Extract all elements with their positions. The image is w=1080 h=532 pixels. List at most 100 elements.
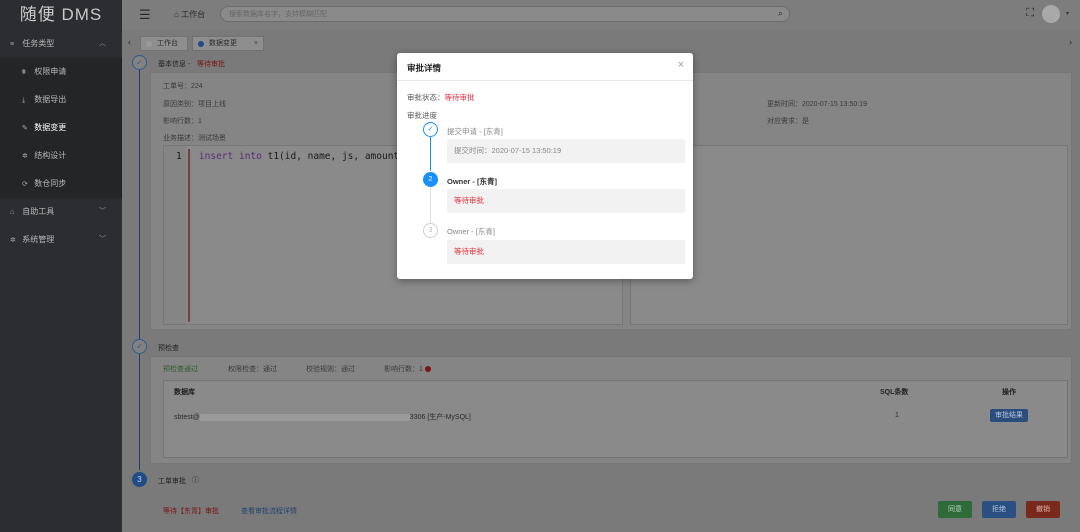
sql-text: t1(id, name, js, amount) v bbox=[267, 151, 417, 162]
sidebar-item-permission-apply[interactable]: ⩩ 权限申请 bbox=[0, 58, 122, 86]
tab-data-change[interactable]: 数据变更 × bbox=[192, 36, 264, 51]
caret-down-icon[interactable]: ▾ bbox=[1066, 10, 1069, 17]
database-name-suffix: 3306 [生产-MySQL] bbox=[409, 414, 471, 421]
breadcrumb-home[interactable]: ⌂ 工作台 bbox=[174, 9, 205, 20]
precheck-affected-rows: 影响行数：1 bbox=[384, 364, 431, 374]
detail-side-panel bbox=[630, 145, 1068, 325]
timeline-line bbox=[139, 70, 140, 470]
approval-detail-modal: 审批详情 × 审批状态：等待审批 审批进度 ✓ 提交申请 - [东青] 提交时间… bbox=[397, 53, 693, 279]
sidebar-item-data-export[interactable]: ⤓ 数据导出 bbox=[0, 86, 122, 114]
close-icon[interactable]: × bbox=[678, 59, 684, 71]
chevron-down-icon: ﹀ bbox=[99, 208, 106, 215]
approval-detail-link[interactable]: 查看审批流程详情 bbox=[241, 506, 297, 516]
ticket-number: 工单号：224 bbox=[163, 83, 203, 90]
sidebar-item-schema-design[interactable]: ✲ 结构设计 bbox=[0, 142, 122, 170]
line-number: 1 bbox=[176, 151, 182, 162]
approval-status-text: 等待【东青】审批 bbox=[163, 508, 219, 515]
step-done-check-icon: ✓ bbox=[423, 122, 438, 137]
sidebar-item-label: 权限申请 bbox=[34, 67, 67, 76]
ticket-approval-label: 工单审批 bbox=[158, 478, 186, 485]
tab-scroll-left-icon[interactable]: ‹ bbox=[128, 37, 131, 47]
step-title: Owner - [东青] bbox=[447, 227, 495, 236]
menu-toggle-icon[interactable]: ☰ bbox=[139, 7, 151, 23]
step-check-icon: ✓ bbox=[132, 55, 147, 70]
editor-margin-line bbox=[188, 149, 190, 322]
step-description: 等待审批 bbox=[447, 189, 685, 213]
sidebar-item-label: 结构设计 bbox=[34, 151, 67, 160]
step-connector bbox=[430, 187, 431, 223]
business-description: 业务描述：测试场景 bbox=[163, 135, 226, 142]
precheck-table: 数据库 SQL条数 操作 sbtest@ 3306 [生产-MySQL] 1 审批… bbox=[163, 380, 1068, 458]
sidebar-group-label: 任务类型 bbox=[22, 39, 55, 48]
list-icon: ≡ bbox=[10, 41, 15, 48]
redacted-host bbox=[199, 413, 410, 421]
tab-label: 工作台 bbox=[157, 40, 178, 47]
step-title: Owner - [东青] bbox=[447, 177, 497, 186]
step-wait-icon: 3 bbox=[423, 223, 438, 238]
reason-category: 原因类别：项目上线 bbox=[163, 101, 226, 108]
related-requirement: 对应需求：是 bbox=[767, 118, 809, 125]
line-gutter bbox=[164, 146, 186, 324]
tab-dot-icon bbox=[198, 41, 204, 47]
chevron-up-icon: ︿ bbox=[99, 40, 106, 47]
basic-info-status: 等待审批 bbox=[197, 61, 225, 68]
sidebar-group-label: 自助工具 bbox=[22, 207, 55, 216]
affected-rows-value: 1 bbox=[419, 366, 423, 373]
home-icon: ⌂ bbox=[10, 209, 15, 216]
modal-status-value: 等待审批 bbox=[444, 93, 475, 102]
tab-bar: ‹ 工作台 数据变更 × › bbox=[122, 33, 1080, 53]
revoke-button[interactable]: 撤销 bbox=[1026, 501, 1060, 518]
fullscreen-icon[interactable]: ⛶ bbox=[1026, 7, 1034, 20]
modal-status-label: 审批状态： bbox=[407, 93, 445, 102]
app-logo: 随便 DMS bbox=[19, 5, 103, 24]
approval-result-button[interactable]: 审批结果 bbox=[990, 409, 1028, 422]
breadcrumb-label: 工作台 bbox=[181, 10, 206, 19]
precheck-summary: 预检查通过 bbox=[163, 366, 198, 373]
sidebar-item-label: 数仓同步 bbox=[34, 179, 67, 188]
gear-icon: ✲ bbox=[10, 237, 16, 244]
tab-scroll-right-icon[interactable]: › bbox=[1069, 37, 1072, 47]
table-header-action: 操作 bbox=[1002, 389, 1016, 396]
tab-dot-icon bbox=[146, 41, 152, 47]
error-dot-icon bbox=[424, 366, 431, 373]
tab-workbench[interactable]: 工作台 bbox=[140, 36, 188, 51]
syntax-check: 校验规则：通过 bbox=[306, 366, 355, 373]
reject-button[interactable]: 拒绝 bbox=[982, 501, 1016, 518]
step-current-icon: 2 bbox=[423, 172, 438, 187]
sidebar-group-system[interactable]: ✲ 系统管理 ﹀ bbox=[0, 226, 122, 254]
modal-status-row: 审批状态：等待审批 bbox=[407, 92, 475, 103]
modal-title: 审批详情 bbox=[407, 63, 442, 73]
chevron-down-icon: ﹀ bbox=[99, 236, 106, 243]
permission-check: 权限检查：通过 bbox=[228, 366, 277, 373]
approve-button[interactable]: 同意 bbox=[938, 501, 972, 518]
download-icon: ⤓ bbox=[22, 97, 26, 104]
sidebar-group-label: 系统管理 bbox=[22, 235, 55, 244]
tab-label: 数据变更 bbox=[209, 40, 237, 47]
sidebar: 随便 DMS ≡ 任务类型 ︿ ⩩ 权限申请 ⤓ 数据导出 ✎ 数据变更 ✲ 结… bbox=[0, 0, 122, 532]
sql-line-1: 1 insert into t1(id, name, js, amount) v bbox=[176, 151, 416, 162]
sidebar-item-dw-sync[interactable]: ⟳ 数仓同步 bbox=[0, 170, 122, 198]
affected-rows-label: 影响行数： bbox=[384, 366, 419, 373]
avatar[interactable] bbox=[1042, 5, 1060, 23]
edit-icon: ✎ bbox=[22, 125, 28, 132]
info-icon[interactable]: ⓘ bbox=[192, 475, 199, 485]
table-header-sql-count: SQL条数 bbox=[880, 389, 909, 396]
step-check-icon: ✓ bbox=[132, 339, 147, 354]
sql-keyword: insert bbox=[198, 151, 234, 162]
precheck-label: 预检查 bbox=[158, 345, 179, 352]
search-input[interactable] bbox=[229, 8, 749, 20]
update-time: 更新时间：2020-07-15 13:50:19 bbox=[767, 101, 867, 108]
sidebar-item-label: 数据导出 bbox=[34, 95, 67, 104]
search-icon[interactable]: ⌕ bbox=[778, 8, 783, 19]
sidebar-group-self-service[interactable]: ⌂ 自助工具 ﹀ bbox=[0, 198, 122, 226]
close-icon[interactable]: × bbox=[254, 37, 258, 50]
sidebar-group-task-type[interactable]: ≡ 任务类型 ︿ bbox=[0, 30, 122, 58]
table-header-database: 数据库 bbox=[174, 389, 195, 396]
database-cell: sbtest@ 3306 [生产-MySQL] bbox=[174, 412, 471, 422]
search-bar[interactable]: ⌕ bbox=[220, 6, 790, 22]
sql-keyword: into bbox=[238, 151, 262, 162]
step-connector bbox=[430, 137, 431, 171]
database-name-prefix: sbtest@ bbox=[174, 414, 200, 421]
basic-info-label: 基本信息 - bbox=[158, 61, 191, 68]
sidebar-item-data-change[interactable]: ✎ 数据变更 bbox=[0, 114, 122, 142]
